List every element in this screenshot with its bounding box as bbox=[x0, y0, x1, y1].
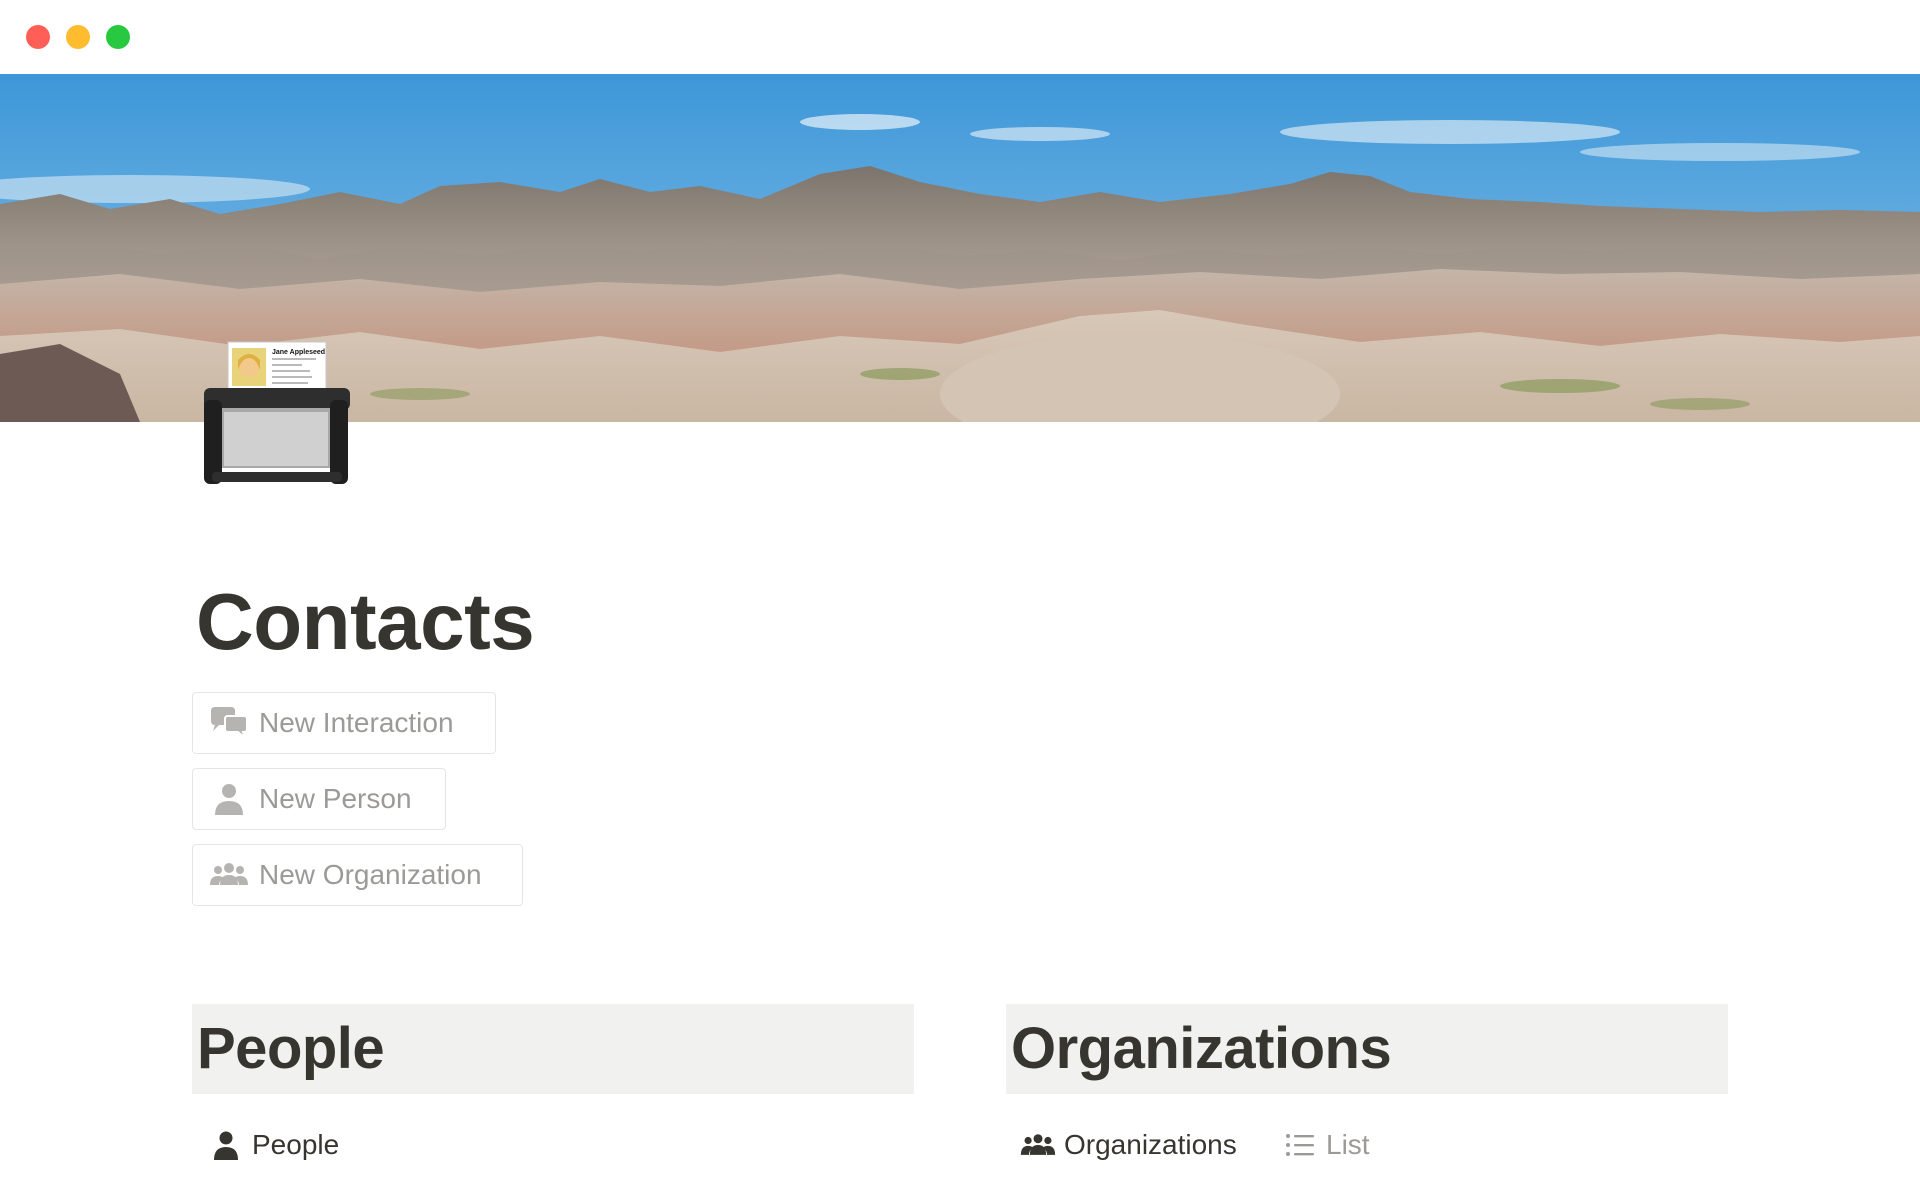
person-icon bbox=[208, 1129, 244, 1161]
page-title: Contacts bbox=[196, 577, 535, 666]
organizations-heading: Organizations bbox=[1011, 1016, 1392, 1081]
tab-people-label: People bbox=[252, 1129, 340, 1160]
speech-bubbles-icon bbox=[209, 707, 253, 739]
close-window-button[interactable] bbox=[26, 25, 50, 49]
tab-list-label: List bbox=[1326, 1129, 1370, 1160]
new-organization-label: New Organization bbox=[259, 859, 482, 890]
new-organization-button[interactable]: New Organization bbox=[192, 844, 523, 906]
tab-people-view[interactable]: People bbox=[208, 1124, 339, 1166]
new-person-label: New Person bbox=[259, 783, 412, 814]
window-titlebar bbox=[0, 0, 1920, 74]
maximize-window-button[interactable] bbox=[106, 25, 130, 49]
tab-list-view[interactable]: List bbox=[1282, 1124, 1370, 1166]
new-interaction-button[interactable]: New Interaction bbox=[192, 692, 496, 754]
person-icon bbox=[209, 783, 253, 815]
tab-organizations-label: Organizations bbox=[1064, 1129, 1237, 1160]
rolodex-card-name: Jane Appleseed bbox=[272, 349, 325, 356]
minimize-window-button[interactable] bbox=[66, 25, 90, 49]
people-heading: People bbox=[197, 1016, 385, 1081]
group-icon bbox=[209, 859, 253, 891]
organizations-section-header: Organizations bbox=[1006, 1004, 1728, 1094]
new-interaction-label: New Interaction bbox=[259, 707, 454, 738]
people-section-header: People bbox=[192, 1004, 914, 1094]
rolodex-icon[interactable]: Jane Appleseed bbox=[198, 340, 354, 496]
list-icon bbox=[1282, 1129, 1318, 1161]
new-person-button[interactable]: New Person bbox=[192, 768, 446, 830]
group-icon bbox=[1020, 1129, 1056, 1161]
tab-organizations-view[interactable]: Organizations bbox=[1020, 1124, 1237, 1166]
